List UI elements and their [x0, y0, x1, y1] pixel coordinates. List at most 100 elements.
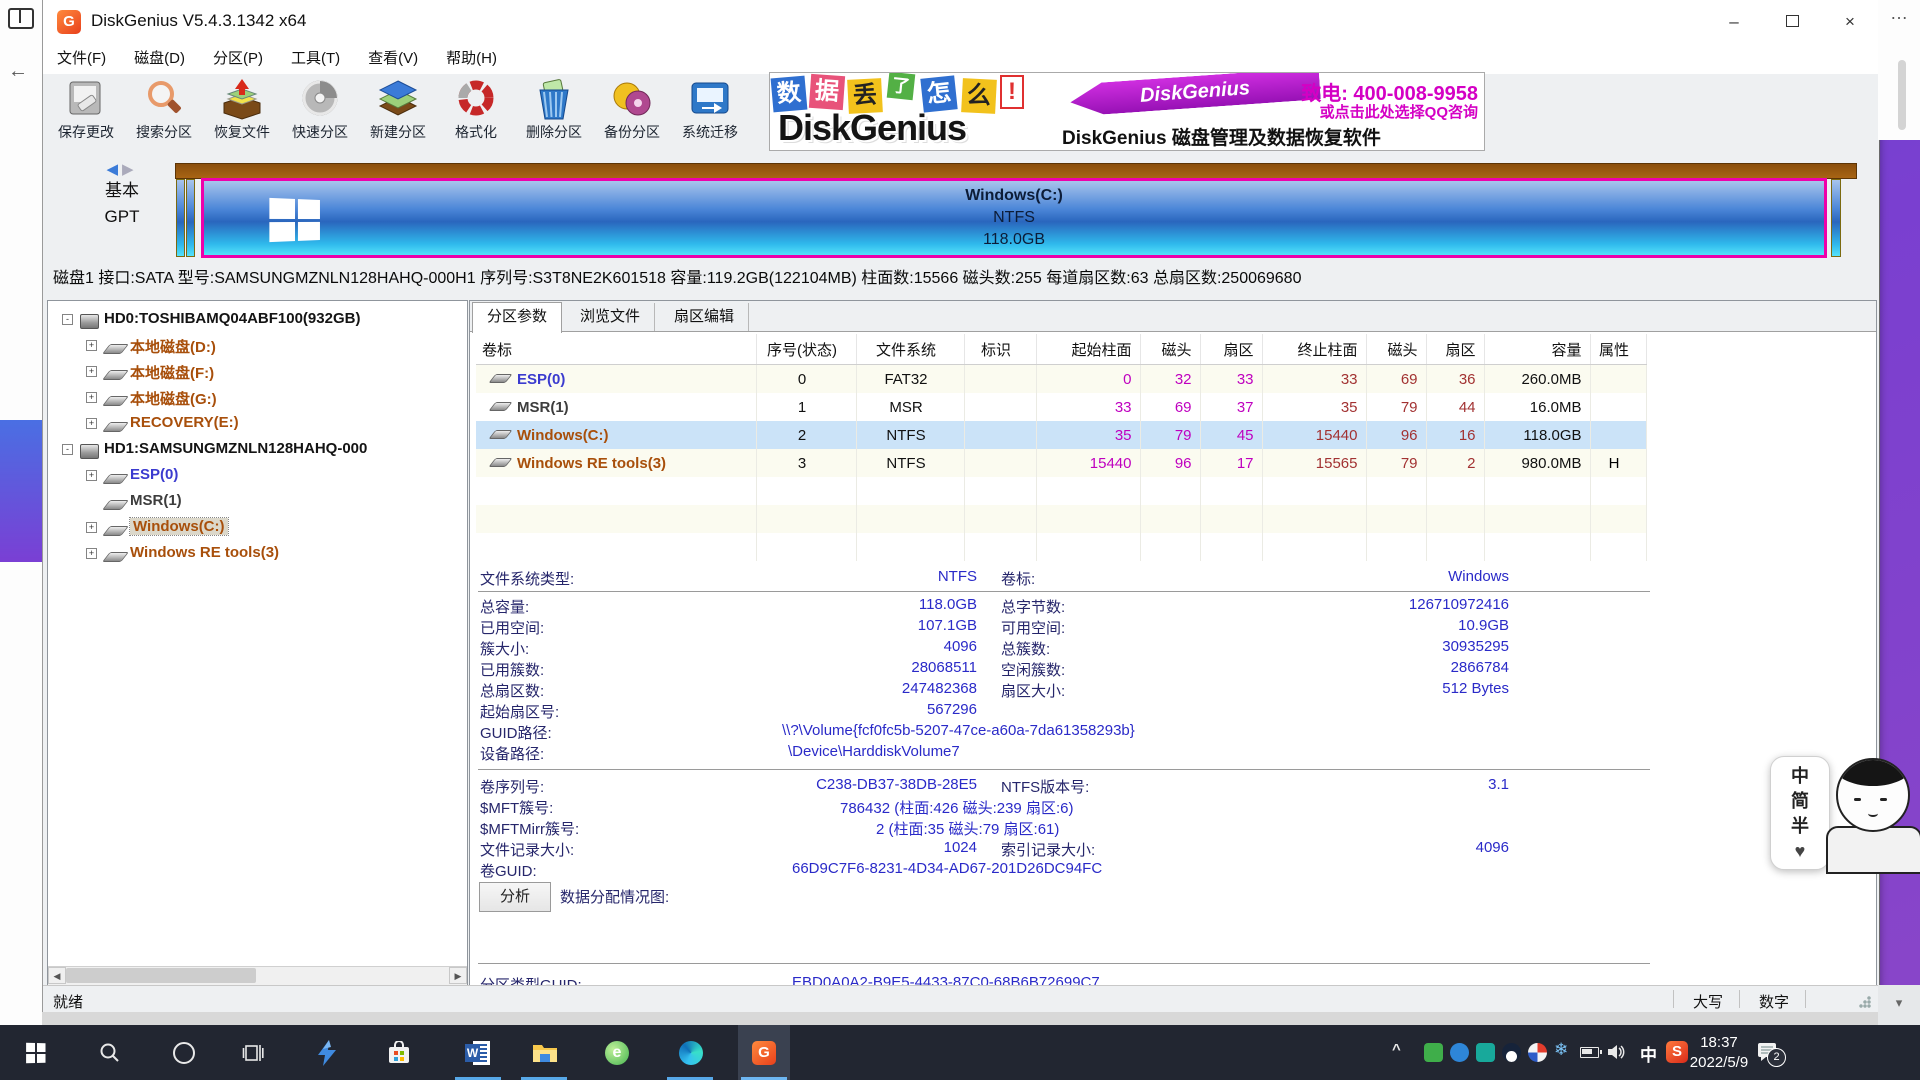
- scroll-left-icon[interactable]: ◀: [48, 967, 66, 984]
- expander-icon[interactable]: -: [62, 314, 73, 325]
- menu-file[interactable]: 文件(F): [43, 44, 120, 74]
- column-header[interactable]: 属性: [1590, 334, 1646, 365]
- search-partition-button[interactable]: 搜索分区: [125, 74, 203, 152]
- column-header[interactable]: 序号(状态): [756, 334, 856, 365]
- expander-icon[interactable]: +: [86, 470, 97, 481]
- table-row-windows-c[interactable]: Windows(C:) 2 NTFS 35 79 45 15440 96 16 …: [476, 421, 1646, 449]
- pinned-app-store[interactable]: [375, 1025, 423, 1080]
- tab-partition-params[interactable]: 分区参数: [472, 302, 562, 333]
- system-migration-button[interactable]: 系统迁移: [671, 74, 749, 152]
- tree-item-esp[interactable]: + ESP(0): [48, 463, 467, 489]
- tree-item-msr[interactable]: MSR(1): [48, 489, 467, 515]
- expander-icon[interactable]: -: [62, 444, 73, 455]
- tab-sector-edit[interactable]: 扇区编辑: [660, 303, 749, 331]
- table-row-esp[interactable]: ESP(0) 0 FAT32 0 32 33 33 69 36 260.0MB: [476, 365, 1646, 394]
- back-arrow-icon[interactable]: ←: [8, 60, 28, 83]
- tab-browse-files[interactable]: 浏览文件: [566, 303, 655, 331]
- more-dots-icon[interactable]: …: [1878, 0, 1920, 26]
- task-view-button[interactable]: [229, 1025, 277, 1080]
- ime-indicator[interactable]: 中: [1640, 1041, 1657, 1066]
- column-header[interactable]: 起始柱面: [1036, 334, 1140, 365]
- nav-left-icon[interactable]: ◀: [106, 161, 122, 178]
- column-header[interactable]: 容量: [1484, 334, 1590, 365]
- menu-tools[interactable]: 工具(T): [277, 44, 354, 74]
- ime-mode-chinese[interactable]: 中: [1791, 766, 1809, 786]
- expander-icon[interactable]: +: [86, 340, 97, 351]
- backup-partition-button[interactable]: 备份分区: [593, 74, 671, 152]
- column-header[interactable]: 扇区: [1200, 334, 1262, 365]
- expander-icon[interactable]: +: [86, 366, 97, 377]
- taskbar-search-button[interactable]: [86, 1025, 134, 1080]
- background-scroll-down[interactable]: ▾: [1878, 985, 1920, 1025]
- delete-partition-button[interactable]: 删除分区: [515, 74, 593, 152]
- minimize-button[interactable]: –: [1705, 0, 1763, 44]
- expander-icon[interactable]: +: [86, 522, 97, 533]
- pinned-app-360browser[interactable]: e: [593, 1025, 641, 1080]
- pinned-app-lightning[interactable]: [303, 1025, 351, 1080]
- recover-files-button[interactable]: 恢复文件: [203, 74, 281, 152]
- ime-mode-simplified[interactable]: 简: [1791, 791, 1809, 811]
- table-row-msr[interactable]: MSR(1) 1 MSR 33 69 37 35 79 44 16.0MB: [476, 393, 1646, 421]
- ad-banner[interactable]: 数 据 丢 了 怎 么 ! DiskGenius DiskGenius 致电: …: [769, 72, 1485, 151]
- tree-item-local-g[interactable]: + 本地磁盘(G:): [48, 385, 467, 411]
- tree-item-windows-c[interactable]: + Windows(C:): [48, 515, 467, 541]
- cortana-button[interactable]: [160, 1025, 208, 1080]
- pinned-app-explorer[interactable]: [521, 1025, 569, 1080]
- menu-partition[interactable]: 分区(P): [199, 44, 277, 74]
- tray-icon-volume[interactable]: [1606, 1042, 1626, 1067]
- resize-grip[interactable]: [1859, 996, 1871, 1008]
- column-header[interactable]: 标识: [964, 334, 1036, 365]
- tray-icon-qq[interactable]: [1502, 1043, 1521, 1062]
- column-header[interactable]: 扇区: [1426, 334, 1484, 365]
- tree-horizontal-scrollbar[interactable]: ◀ ▶: [48, 966, 467, 985]
- expander-icon[interactable]: +: [86, 392, 97, 403]
- tree-item-hd1[interactable]: - HD1:SAMSUNGMZNLN128HAHQ-000: [48, 437, 467, 463]
- taskbar-diskgenius-button[interactable]: G: [740, 1025, 788, 1080]
- tray-icon-pinwheel[interactable]: [1528, 1043, 1547, 1062]
- column-header[interactable]: 磁头: [1366, 334, 1426, 365]
- menu-view[interactable]: 查看(V): [354, 44, 432, 74]
- menu-disk[interactable]: 磁盘(D): [120, 44, 199, 74]
- format-button[interactable]: 格式化: [437, 74, 515, 152]
- background-scrollbar[interactable]: [1898, 60, 1906, 130]
- column-header[interactable]: 终止柱面: [1262, 334, 1366, 365]
- table-row-windows-re[interactable]: Windows RE tools(3) 3 NTFS 15440 96 17 1…: [476, 449, 1646, 477]
- tree-item-hd0[interactable]: - HD0:TOSHIBAMQ04ABF100(932GB): [48, 307, 467, 333]
- expander-icon[interactable]: +: [86, 548, 97, 559]
- partition-bar-re-tools[interactable]: [1831, 179, 1841, 257]
- column-header[interactable]: 卷标: [476, 334, 756, 365]
- sogou-tray-icon[interactable]: S: [1666, 1041, 1688, 1063]
- pinned-app-edge[interactable]: [667, 1025, 715, 1080]
- analyze-button[interactable]: 分析: [479, 882, 551, 912]
- column-header[interactable]: 磁头: [1140, 334, 1200, 365]
- tray-icon-security[interactable]: [1424, 1043, 1443, 1062]
- save-changes-button[interactable]: 保存更改: [47, 74, 125, 152]
- expander-icon[interactable]: +: [86, 418, 97, 429]
- tree-item-recovery-e[interactable]: + RECOVERY(E:): [48, 411, 467, 437]
- close-button[interactable]: ×: [1821, 0, 1879, 44]
- partition-bar-esp[interactable]: [176, 179, 185, 257]
- tray-icon-battery[interactable]: [1580, 1047, 1599, 1058]
- nav-right-icon[interactable]: ▶: [122, 161, 138, 178]
- taskbar-clock[interactable]: 18:37 2022/5/9: [1686, 1033, 1752, 1073]
- partition-bar-windows-c[interactable]: Windows(C:) NTFS 118.0GB: [201, 178, 1827, 258]
- ime-heart-icon[interactable]: ♥: [1795, 841, 1806, 861]
- tray-chevron-icon[interactable]: ^: [1392, 1041, 1401, 1058]
- tray-icon-teal-app[interactable]: [1476, 1043, 1495, 1062]
- pinned-app-word[interactable]: W: [454, 1025, 502, 1080]
- start-button[interactable]: [12, 1025, 60, 1080]
- quick-partition-button[interactable]: 快速分区: [281, 74, 359, 152]
- scrollbar-thumb[interactable]: [66, 968, 256, 983]
- partition-bar-msr[interactable]: [186, 179, 195, 257]
- column-header[interactable]: 文件系统: [856, 334, 964, 365]
- maximize-button[interactable]: [1763, 0, 1821, 44]
- scroll-right-icon[interactable]: ▶: [449, 967, 467, 984]
- ad-qq-line[interactable]: 或点击此处选择QQ咨询: [1320, 101, 1478, 122]
- menu-help[interactable]: 帮助(H): [432, 44, 511, 74]
- notification-button[interactable]: 2: [1756, 1040, 1780, 1069]
- tree-item-local-d[interactable]: + 本地磁盘(D:): [48, 333, 467, 359]
- ime-floating-panel[interactable]: 中 简 半 ♥: [1770, 756, 1830, 870]
- tree-item-local-f[interactable]: + 本地磁盘(F:): [48, 359, 467, 385]
- tray-icon-snowflake[interactable]: ❄: [1554, 1040, 1568, 1060]
- tray-icon-blue-app[interactable]: [1450, 1043, 1469, 1062]
